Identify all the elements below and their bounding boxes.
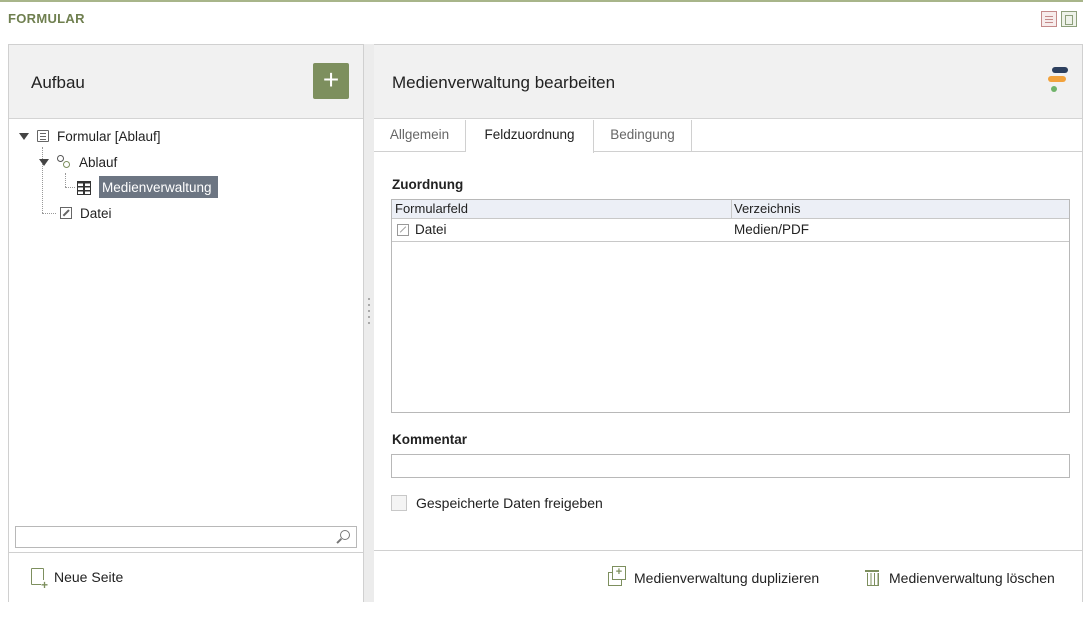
structure-panel: Aufbau + Formular [Ablauf] Ablauf Medien… <box>8 44 364 602</box>
duplicate-button[interactable]: Medienverwaltung duplizieren <box>608 566 820 586</box>
duplicate-icon <box>608 566 626 586</box>
expand-caret-icon[interactable] <box>19 132 29 140</box>
flow-icon <box>57 155 71 169</box>
trash-icon <box>865 569 879 586</box>
tree-guide <box>65 187 75 188</box>
form-icon <box>37 130 49 142</box>
new-page-button[interactable]: Neue Seite <box>31 568 124 590</box>
release-data-option[interactable]: Gespeicherte Daten freigeben <box>391 495 603 511</box>
structure-header: Aufbau + <box>9 45 363 119</box>
tree-item-label: Formular [Ablauf] <box>57 128 161 144</box>
structure-footer: Neue Seite <box>9 552 363 602</box>
tree-search-input[interactable] <box>15 526 357 548</box>
tab-allgemein[interactable]: Allgemein <box>374 120 466 152</box>
file-field-icon <box>397 223 409 236</box>
editor-panel: Medienverwaltung bearbeiten Allgemein Fe… <box>374 44 1083 602</box>
window-controls <box>1041 11 1077 27</box>
mapping-table: Formularfeld Verzeichnis Datei Medien/PD… <box>391 199 1070 413</box>
window-view-icon[interactable] <box>1061 11 1077 27</box>
delete-button[interactable]: Medienverwaltung löschen <box>865 569 1055 586</box>
window-title-bar: FORMULAR <box>0 0 1083 36</box>
duplicate-label: Medienverwaltung duplizieren <box>634 569 820 586</box>
tree-item-datei[interactable]: Datei <box>60 202 112 224</box>
editor-footer: Medienverwaltung duplizieren Medienverwa… <box>374 550 1082 602</box>
tree-guide <box>42 213 56 214</box>
window-title: FORMULAR <box>8 11 85 26</box>
new-page-icon <box>31 568 48 590</box>
comment-label: Kommentar <box>392 432 468 447</box>
tab-bedingung[interactable]: Bedingung <box>594 120 692 152</box>
tree-guide <box>65 173 66 187</box>
editor-tabs: Allgemein Feldzuordnung Bedingung <box>374 120 1082 153</box>
search-icon[interactable] <box>340 530 350 540</box>
splitter-handle[interactable] <box>367 294 371 354</box>
column-header-formularfeld[interactable]: Formularfeld <box>395 201 468 216</box>
expand-caret-icon[interactable] <box>39 158 49 166</box>
column-header-verzeichnis[interactable]: Verzeichnis <box>734 201 800 216</box>
release-data-checkbox[interactable] <box>391 495 407 511</box>
delete-label: Medienverwaltung löschen <box>889 569 1055 586</box>
tree-item-label: Medienverwaltung <box>99 176 218 198</box>
panel-splitter[interactable] <box>364 44 374 602</box>
media-management-icon <box>77 181 91 195</box>
table-cell-field: Datei <box>397 222 447 237</box>
brand-logo-icon <box>1048 67 1068 97</box>
table-header: Formularfeld Verzeichnis <box>392 200 1069 219</box>
structure-title: Aufbau <box>31 73 85 92</box>
tree-item-formular[interactable]: Formular [Ablauf] <box>19 125 161 147</box>
tree-item-label: Datei <box>80 205 112 221</box>
mapping-title: Zuordnung <box>392 177 464 192</box>
document-view-icon[interactable] <box>1041 11 1057 27</box>
release-data-label: Gespeicherte Daten freigeben <box>416 495 603 511</box>
comment-input[interactable] <box>391 454 1070 478</box>
tree-item-label: Ablauf <box>79 154 118 170</box>
editor-title: Medienverwaltung bearbeiten <box>392 73 616 92</box>
tab-feldzuordnung[interactable]: Feldzuordnung <box>466 120 594 153</box>
file-field-icon <box>60 207 72 219</box>
table-cell-directory[interactable]: Medien/PDF <box>734 222 809 237</box>
table-row[interactable]: Datei Medien/PDF <box>392 219 1069 242</box>
editor-header: Medienverwaltung bearbeiten <box>374 45 1082 119</box>
new-page-label: Neue Seite <box>54 568 124 585</box>
add-button[interactable]: + <box>313 63 349 99</box>
tree-item-ablauf[interactable]: Ablauf <box>39 151 117 173</box>
field-name: Datei <box>415 222 447 237</box>
tree-item-medienverwaltung[interactable]: Medienverwaltung <box>77 176 218 198</box>
